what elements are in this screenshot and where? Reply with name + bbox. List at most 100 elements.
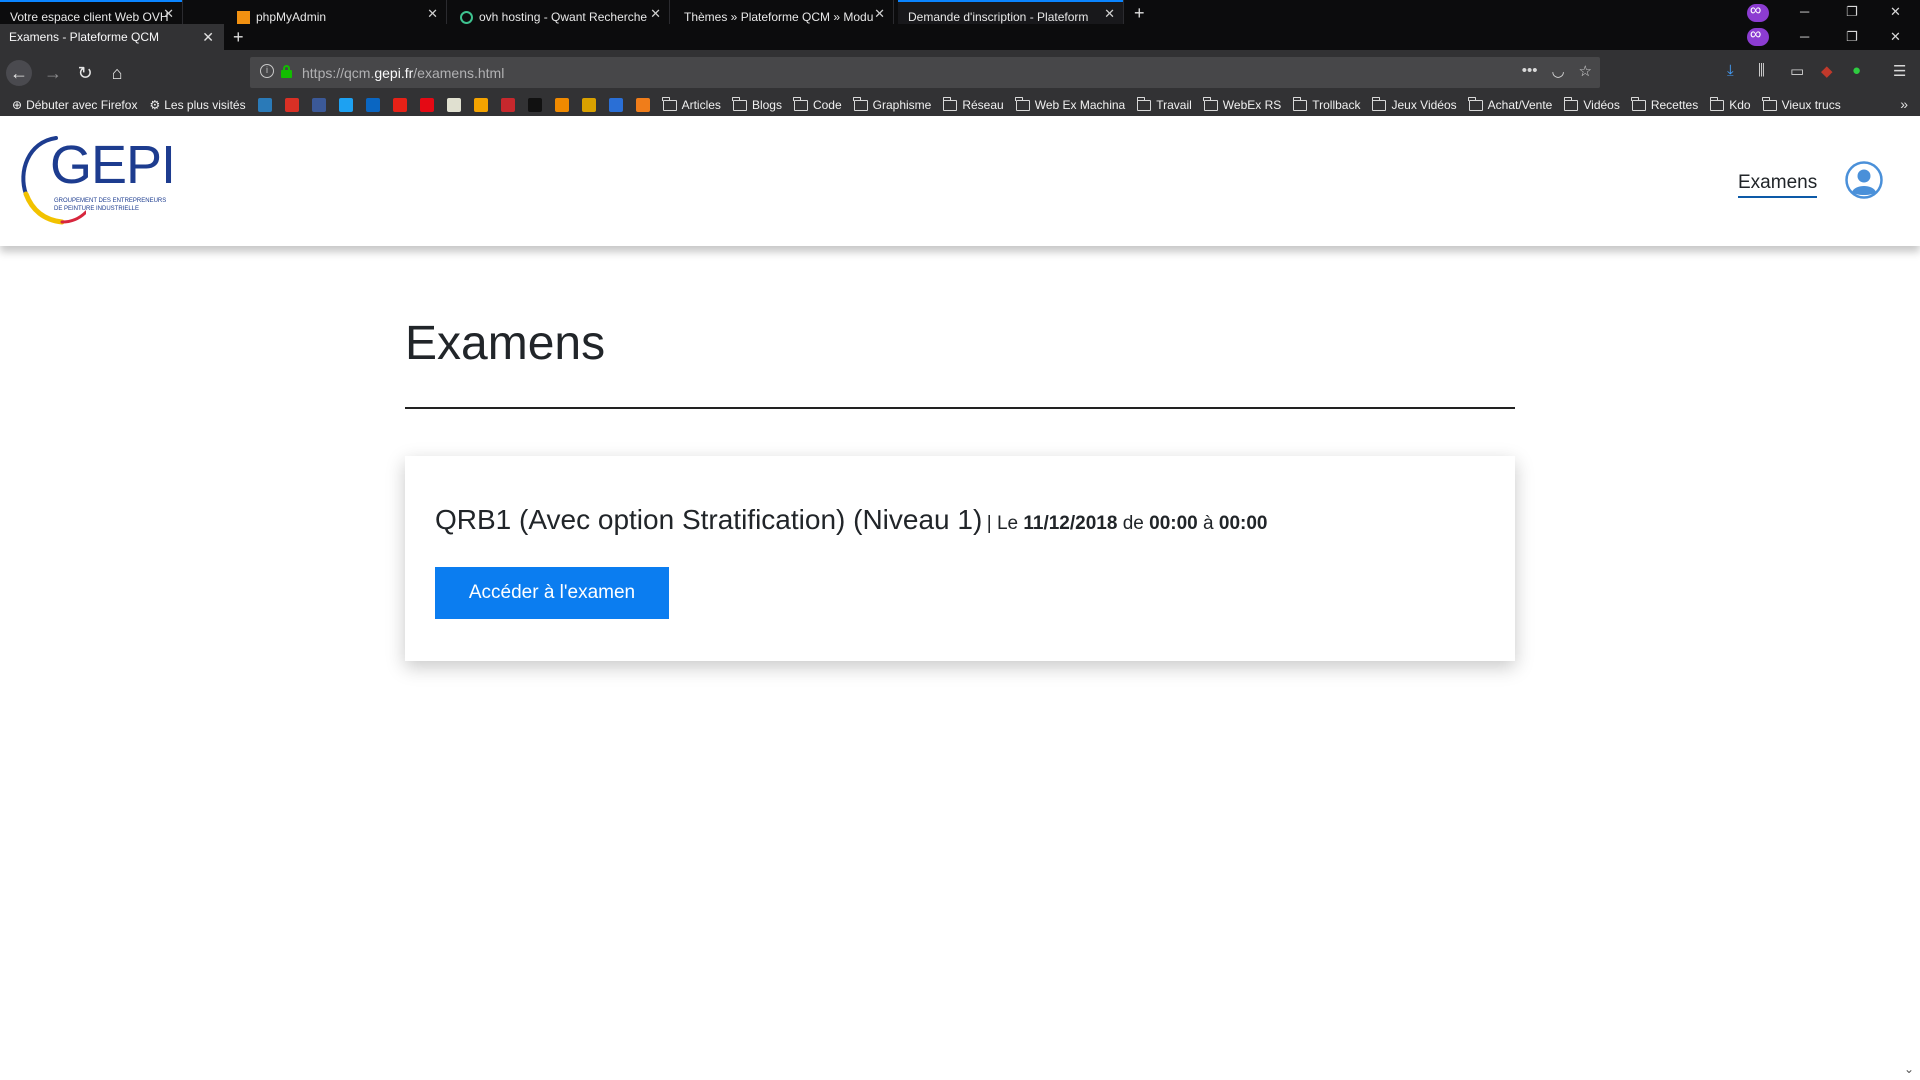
bookmark-folder[interactable]: Kdo [1709,96,1751,112]
restore-icon[interactable]: ❐ [1846,4,1858,20]
bookmark-folder[interactable]: Vidéos [1563,96,1620,112]
bookmark-plus-visites[interactable]: ⚙ Les plus visités [149,98,245,112]
site-header: GEPI GROUPEMENT DES ENTREPRENEURS DE PEI… [0,116,1920,246]
close-icon[interactable]: ✕ [650,6,661,22]
home-icon[interactable]: ⌂ [104,60,130,86]
tab-label: Examens - Plateforme QCM [9,30,160,44]
minimize-icon[interactable]: ─ [1800,4,1809,19]
exam-schedule: | Le 11/12/2018 de 00:00 à 00:00 [987,513,1268,534]
title-divider [405,407,1515,409]
close-icon[interactable]: ✕ [427,6,438,22]
bookmark-folder[interactable]: Articles [662,96,721,112]
back-arrow-icon[interactable]: ← [6,60,32,86]
bookmark-favicon-icon[interactable] [500,98,515,112]
logo-subtitle: GROUPEMENT DES ENTREPRENEURS [54,198,167,204]
private-browsing-icon [1747,2,1769,22]
bookmark-folder-label: Trollback [1312,98,1361,112]
page-title: Examens [405,317,606,370]
bookmark-favicons [257,98,663,112]
bookmark-favicon-icon[interactable] [581,98,596,112]
bookmark-favicon-icon[interactable] [473,98,488,112]
bookmark-folder-label: Blogs [751,98,782,112]
tab-phpmyadmin[interactable]: phpMyAdmin ✕ [227,0,447,24]
info-icon[interactable]: i [260,64,274,78]
new-tab-icon[interactable]: + [1134,4,1145,22]
pocket-icon[interactable]: ◡ [1551,62,1564,80]
bookmark-favicon-icon[interactable] [338,98,353,112]
gear-icon: ⚙ [149,98,161,112]
bookmark-folder[interactable]: Web Ex Machina [1015,96,1126,112]
bookmark-favicon-icon[interactable] [608,98,623,112]
close-icon[interactable]: ✕ [1104,6,1115,22]
bookmark-folder[interactable]: Travail [1136,96,1192,112]
url-path: /examens.html [413,65,505,81]
reload-icon[interactable]: ↻ [72,60,98,86]
access-exam-button[interactable]: Accéder à l'examen [435,567,669,619]
bookmark-folder[interactable]: Graphisme [853,96,931,112]
bookmark-folder[interactable]: Vieux trucs [1762,96,1841,112]
url-text[interactable]: https://qcm.gepi.fr/examens.html [302,65,504,81]
sidebar-icon[interactable]: ▭ [1790,62,1804,80]
bookmark-folder[interactable]: Achat/Vente [1468,96,1553,112]
bookmark-favicon-icon[interactable] [257,98,272,112]
bookmark-favicon-icon[interactable] [635,98,650,112]
close-icon[interactable]: ✕ [202,29,214,46]
bookmark-star-icon[interactable]: ☆ [1579,62,1592,80]
exam-end-time: 00:00 [1218,513,1268,534]
gepi-logo[interactable]: GEPI GROUPEMENT DES ENTREPRENEURS DE PEI… [16,132,176,228]
close-window-icon[interactable]: ✕ [1890,4,1901,20]
url-bar[interactable]: i https://qcm.gepi.fr/examens.html ••• ◡… [250,57,1600,88]
bookmark-folder[interactable]: Jeux Vidéos [1371,96,1457,112]
tab-qwant[interactable]: ovh hosting - Qwant Recherche ✕ [450,0,670,24]
download-icon[interactable]: ⤓ [1727,62,1734,79]
logo-subtitle: DE PEINTURE INDUSTRIELLE [54,206,140,212]
close-icon[interactable]: ✕ [874,6,885,22]
bookmark-favicon-icon[interactable] [365,98,380,112]
scroll-down-icon[interactable]: ⌄ [1904,1062,1914,1076]
chevron-right-icon[interactable]: » [1900,96,1908,112]
minimize-icon[interactable]: ─ [1800,29,1809,44]
bookmark-debuter[interactable]: ⊕ Débuter avec Firefox [12,98,137,112]
folder-icon [1203,96,1218,111]
bookmark-folder[interactable]: WebEx RS [1203,96,1281,112]
folder-icon [853,96,868,111]
bookmark-folder-label: Jeux Vidéos [1391,98,1457,112]
bookmark-favicon-icon[interactable] [446,98,461,112]
bookmark-folder[interactable]: Blogs [732,96,782,112]
tab-themes[interactable]: Thèmes » Plateforme QCM » Modu ✕ [674,0,894,24]
menu-icon[interactable]: ☰ [1893,62,1906,80]
bookmark-folder[interactable]: Code [793,96,842,112]
page-actions-icon[interactable]: ••• [1522,62,1538,80]
tab-ovh[interactable]: Votre espace client Web OVH ✕ [0,0,183,24]
folder-icon [1292,96,1308,111]
exam-date-prefix: Le [996,513,1019,534]
tab-label: ovh hosting - Qwant Recherche [479,10,648,24]
bookmark-folder-label: Achat/Vente [1487,98,1553,112]
forward-arrow-icon[interactable]: → [40,60,66,86]
bookmark-favicon-icon[interactable] [392,98,407,112]
tab-inscription[interactable]: Demande d'inscription - Plateform ✕ [898,0,1124,24]
tab-examens[interactable]: Examens - Plateforme QCM ✕ [0,24,224,50]
folder-icon [1631,96,1646,111]
library-icon[interactable]: ⫼ [1758,62,1765,79]
ublock-icon[interactable]: ◆ [1821,62,1833,80]
folder-icon [662,96,677,111]
new-tab-icon[interactable]: + [233,28,244,46]
restore-icon[interactable]: ❐ [1846,29,1858,45]
bookmark-favicon-icon[interactable] [311,98,326,112]
tab-highlight [898,0,1123,2]
bookmark-folder[interactable]: Trollback [1292,96,1361,112]
lock-icon[interactable] [281,65,292,78]
extension-icon[interactable]: ● [1852,62,1861,79]
close-window-icon[interactable]: ✕ [1890,29,1901,45]
user-account-icon[interactable] [1845,161,1883,199]
bookmark-folder-label: Web Ex Machina [1034,98,1126,112]
bookmark-favicon-icon[interactable] [554,98,569,112]
bookmark-favicon-icon[interactable] [527,98,542,112]
bookmark-favicon-icon[interactable] [419,98,434,112]
close-icon[interactable]: ✕ [163,6,174,22]
bookmark-folder[interactable]: Réseau [942,96,1004,112]
bookmark-favicon-icon[interactable] [284,98,299,112]
bookmark-folder[interactable]: Recettes [1631,96,1698,112]
nav-link-examens[interactable]: Examens [1738,172,1818,198]
